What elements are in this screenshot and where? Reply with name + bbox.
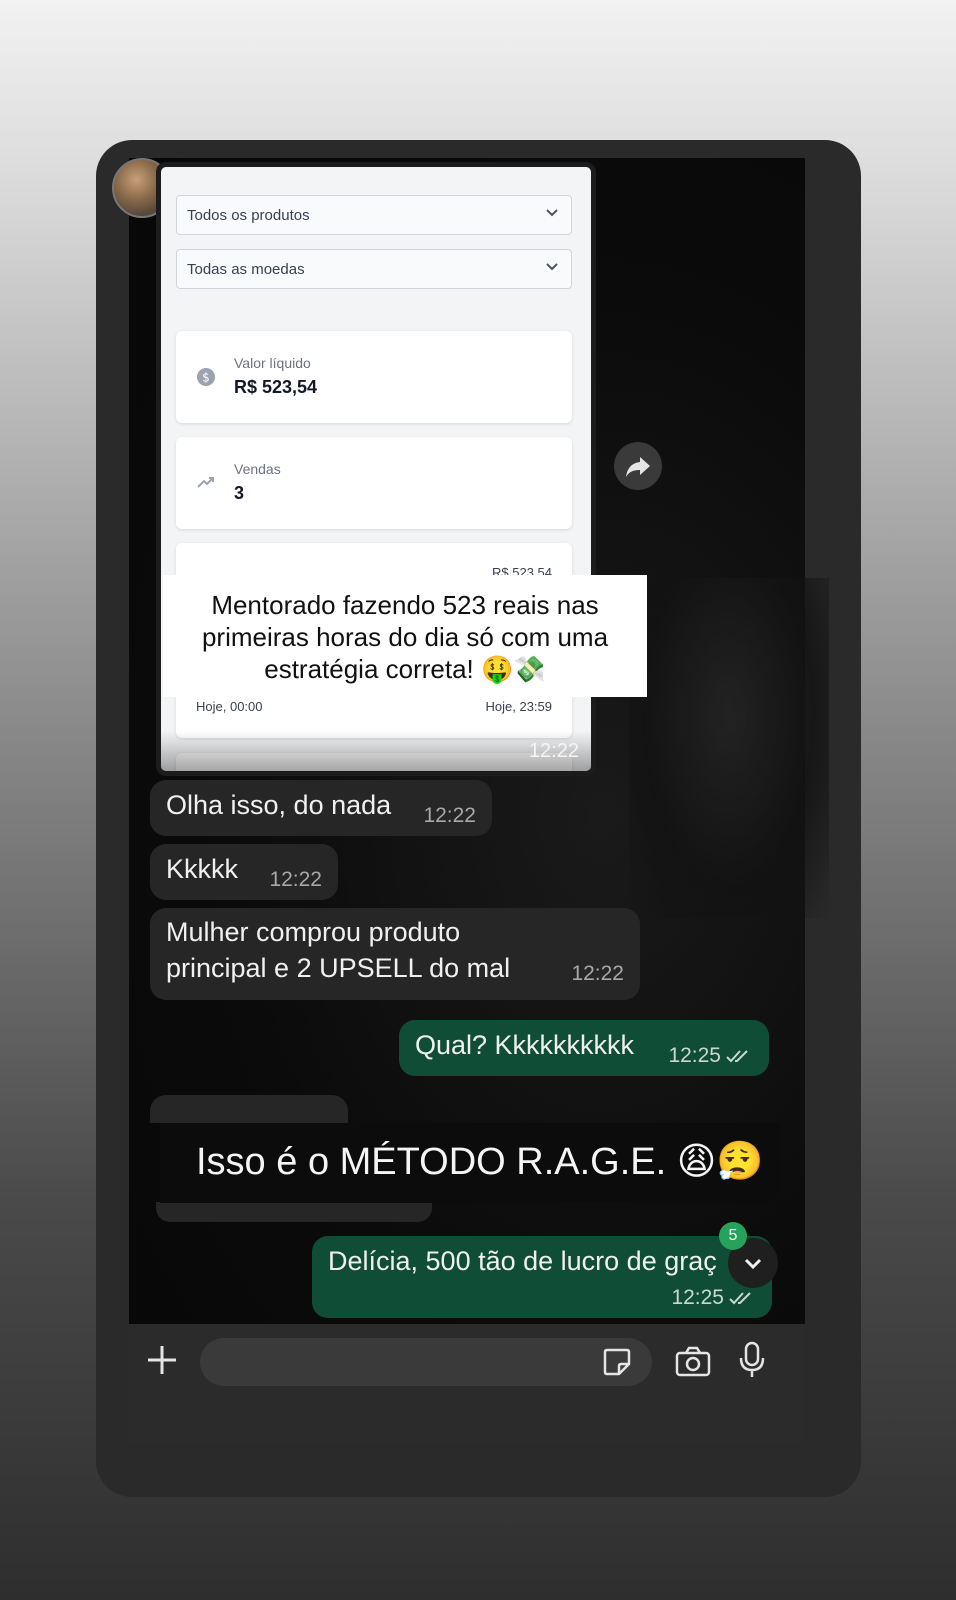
message-time: 12:22 — [423, 804, 476, 827]
trend-icon — [197, 477, 214, 488]
message-out-1[interactable]: Qual? Kkkkkkkkkk 12:25 — [399, 1020, 769, 1076]
currencies-filter: Todas as moedas — [176, 249, 572, 289]
net-value-card: $ Valor líquido R$ 523,54 — [176, 331, 572, 423]
caption-bottom: Isso é o MÉTODO R.A.G.E. 😩😮‍💨 — [160, 1123, 780, 1203]
message-in-1[interactable]: Olha isso, do nada 12:22 — [150, 780, 492, 836]
screenshot-time: 12:22 — [528, 740, 579, 762]
message-time: 12:22 — [571, 962, 624, 985]
forward-icon — [626, 457, 650, 477]
sales-value: 3 — [234, 483, 245, 503]
products-filter: Todos os produtos — [176, 195, 572, 235]
products-filter-label: Todos os produtos — [187, 207, 310, 224]
background-photo — [629, 578, 829, 918]
message-input[interactable] — [200, 1338, 652, 1386]
message-out-2[interactable]: Delícia, 500 tão de lucro de graç 12:25 — [312, 1236, 772, 1318]
forward-button[interactable] — [614, 442, 662, 490]
message-text: Olha isso, do nada — [166, 790, 392, 820]
chart-start-label: Hoje, 00:00 — [196, 699, 263, 714]
message-text: Kkkkk — [166, 854, 239, 884]
plus-icon[interactable] — [144, 1342, 180, 1378]
chevron-down-icon — [546, 263, 558, 271]
message-time: 12:25 — [671, 1286, 756, 1310]
svg-text:$: $ — [202, 371, 210, 385]
message-time: 12:25 — [668, 1044, 753, 1068]
message-in-hidden — [150, 1095, 348, 1123]
unread-badge: 5 — [719, 1222, 747, 1250]
message-in-hidden-bottom — [156, 1202, 432, 1222]
message-text: Delícia, 500 tão de lucro de graç — [328, 1246, 717, 1276]
screenshot-overlay — [161, 731, 591, 771]
message-in-3[interactable]: Mulher comprou produto principal e 2 UPS… — [150, 908, 640, 1000]
chevron-down-icon — [546, 209, 558, 217]
message-text: Qual? Kkkkkkkkkk — [415, 1030, 635, 1060]
message-in-2[interactable]: Kkkkk 12:22 — [150, 844, 338, 900]
sticker-icon[interactable] — [601, 1346, 633, 1378]
net-value: R$ 523,54 — [234, 377, 318, 397]
sales-card: Vendas 3 — [176, 437, 572, 529]
message-time: 12:22 — [269, 868, 322, 891]
double-check-icon — [729, 1292, 751, 1305]
camera-icon[interactable] — [674, 1344, 712, 1380]
message-time-text: 12:25 — [668, 1044, 721, 1067]
currencies-filter-label: Todas as moedas — [187, 261, 305, 278]
message-time-text: 12:25 — [671, 1286, 724, 1309]
story-card: vinicius_giroldo Todos os produtos Todas… — [96, 140, 861, 1497]
chart-end-label: Hoje, 23:59 — [485, 699, 553, 714]
dollar-icon: $ — [197, 368, 215, 386]
net-value-label: Valor líquido — [234, 355, 311, 371]
caption-top: Mentorado fazendo 523 reais nas primeira… — [163, 575, 647, 697]
sales-label: Vendas — [234, 461, 281, 477]
double-check-icon — [726, 1050, 748, 1063]
message-text: Mulher comprou produto principal e 2 UPS… — [166, 917, 511, 983]
mic-icon[interactable] — [737, 1340, 767, 1380]
